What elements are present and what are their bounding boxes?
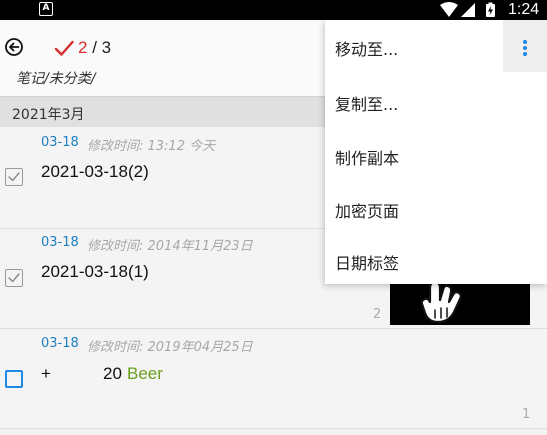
wifi-icon xyxy=(440,2,458,17)
back-circle-arrow-icon[interactable] xyxy=(4,37,24,57)
total-count: / 3 xyxy=(92,38,112,57)
note-title-prefix: + xyxy=(41,364,51,383)
battery-icon xyxy=(486,2,495,17)
note-date: 03-18 xyxy=(41,135,79,150)
menu-item-label: 日期标签 xyxy=(335,254,400,273)
note-item[interactable]: 03-18 修改时间: 2019年04月25日 + 20 Beer 1 xyxy=(0,329,547,429)
note-date: 03-18 xyxy=(41,235,79,250)
note-date: 03-18 xyxy=(41,336,79,351)
check-mark-icon xyxy=(54,40,74,56)
hand-pointer-icon xyxy=(420,280,462,324)
selection-count: 2 / 3 xyxy=(78,37,111,59)
app-notification-icon: A xyxy=(39,2,53,16)
selected-count: 2 xyxy=(78,38,88,57)
note-modified-time: 修改时间: 2019年04月25日 xyxy=(87,340,253,355)
note-item-count: 1 xyxy=(522,407,531,422)
more-vertical-icon[interactable] xyxy=(503,20,547,72)
status-icons xyxy=(440,2,495,17)
note-title-number: 20 xyxy=(103,364,122,383)
signal-icon xyxy=(461,3,475,17)
menu-item-encrypt-page[interactable]: 加密页面 xyxy=(325,182,547,234)
note-title: 2021-03-18(1) xyxy=(41,262,149,281)
note-item-count: 2 xyxy=(373,307,382,322)
menu-item-date-tag[interactable]: 日期标签 xyxy=(325,234,547,286)
note-checkbox[interactable] xyxy=(5,269,23,287)
menu-item-label: 加密页面 xyxy=(335,202,400,221)
note-title-word: Beer xyxy=(127,364,163,383)
menu-item-make-copy[interactable]: 制作副本 xyxy=(325,129,547,181)
menu-item-label: 制作副本 xyxy=(335,149,400,168)
folder-path: 笔记/未分类/ xyxy=(16,71,96,87)
note-modified-time: 修改时间: 13:12 今天 xyxy=(87,139,216,154)
month-section-title: 2021年3月 xyxy=(12,107,85,123)
status-bar: A 1:24 xyxy=(0,0,547,20)
menu-item-label: 复制至... xyxy=(335,95,399,114)
menu-item-label: 移动至... xyxy=(335,40,399,59)
clock-time: 1:24 xyxy=(508,1,540,18)
note-title: 2021-03-18(2) xyxy=(41,162,149,181)
menu-item-copy-to[interactable]: 复制至... xyxy=(325,75,547,127)
note-modified-time: 修改时间: 2014年11月23日 xyxy=(87,239,253,254)
note-checkbox[interactable] xyxy=(5,168,23,186)
note-checkbox[interactable] xyxy=(5,370,23,388)
